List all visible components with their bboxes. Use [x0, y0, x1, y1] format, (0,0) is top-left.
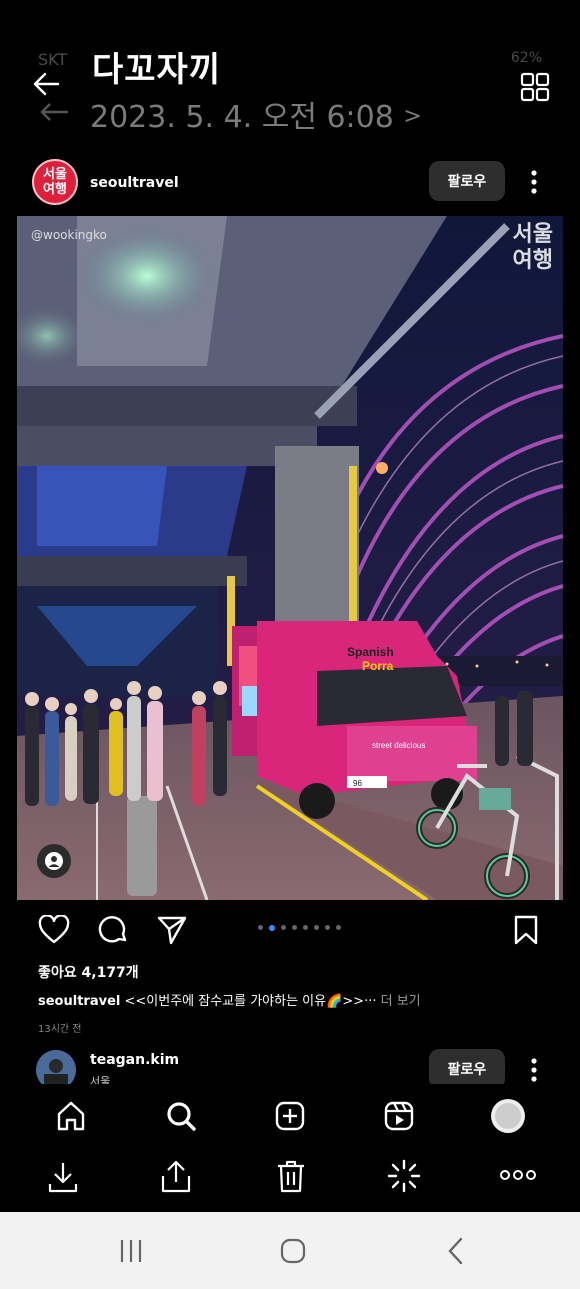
tab-reels[interactable]	[380, 1098, 418, 1134]
chevron-right-icon: >	[403, 104, 422, 129]
back-chevron-icon	[448, 1237, 463, 1265]
download-icon	[48, 1163, 78, 1193]
truck-plate-text: 96	[353, 779, 362, 788]
truck-brand2-text: Porra	[362, 659, 394, 673]
delete-button[interactable]	[272, 1156, 310, 1196]
tagged-users-button[interactable]	[37, 844, 71, 878]
like-button[interactable]	[36, 912, 72, 948]
seoultravel-avatar[interactable]: 서울 여행	[32, 159, 78, 205]
tab-search[interactable]	[162, 1098, 200, 1134]
home-nav-button[interactable]	[274, 1234, 312, 1268]
bookmark-icon	[514, 915, 538, 945]
carousel-dot	[314, 925, 319, 930]
ghost-back-icon	[38, 100, 70, 124]
post-time: 13시간 전	[38, 1024, 82, 1035]
caption-text: <<이번주에 잠수교를 가야하는 이유🌈>>···	[124, 994, 377, 1009]
post-photo[interactable]: Spanish Porra street delicious 96 @wooki…	[17, 216, 563, 900]
carousel-dot	[325, 925, 330, 930]
heart-icon	[38, 915, 70, 944]
tab-create[interactable]	[271, 1098, 309, 1134]
post-caption[interactable]: seoultravel <<이번주에 잠수교를 가야하는 이유🌈>>··· 더 …	[38, 990, 421, 1009]
truck-slogan-text: street delicious	[372, 741, 425, 750]
arrow-left-icon	[33, 72, 60, 96]
carousel-dot	[292, 925, 297, 930]
photo-watermark: 서울 여행	[512, 222, 553, 273]
carousel-dot	[258, 925, 263, 930]
sparkle-edit-icon	[387, 1159, 421, 1193]
avatar-text: 서울 여행	[43, 167, 67, 197]
trash-icon	[278, 1160, 304, 1193]
more-options-icon[interactable]	[524, 167, 544, 197]
home-nav-icon	[280, 1238, 306, 1264]
more-horizontal-icon	[500, 1170, 536, 1180]
carousel-dot	[281, 925, 286, 930]
comment-icon	[98, 916, 127, 943]
add-post-icon	[275, 1101, 305, 1131]
follow-button-2[interactable]: 팔로우	[429, 1049, 505, 1089]
tab-home[interactable]	[52, 1098, 90, 1134]
edit-button[interactable]	[384, 1156, 424, 1196]
search-icon	[167, 1102, 196, 1131]
save-button[interactable]	[508, 912, 544, 948]
comment-button[interactable]	[96, 912, 132, 948]
carousel-dot	[336, 925, 341, 930]
send-icon	[157, 916, 187, 945]
photo-datetime[interactable]: 2023. 5. 4. 오전 6:08 >	[90, 92, 422, 136]
profile-avatar-icon	[491, 1099, 525, 1133]
system-nav-bar	[0, 1212, 580, 1289]
share-icon	[161, 1160, 191, 1193]
back-button[interactable]	[28, 66, 64, 102]
carousel-dot-active	[269, 925, 275, 931]
like-count[interactable]: 좋아요 4,177개	[38, 962, 139, 982]
more-options-icon-2[interactable]	[524, 1055, 544, 1085]
carousel-dot	[303, 925, 308, 930]
next-post-username[interactable]: teagan.kim	[90, 1052, 179, 1068]
carousel-indicator	[258, 925, 341, 931]
recents-button[interactable]	[112, 1234, 150, 1268]
datetime-text: 2023. 5. 4. 오전 6:08	[90, 100, 394, 135]
home-icon	[57, 1101, 85, 1131]
caption-username[interactable]: seoultravel	[38, 994, 120, 1009]
caption-more-link[interactable]: 더 보기	[381, 994, 421, 1009]
grid-icon	[520, 72, 550, 102]
instagram-tab-bar	[0, 1084, 580, 1150]
share-button[interactable]	[154, 912, 190, 948]
post-username[interactable]: seoultravel	[90, 175, 179, 191]
person-icon	[45, 852, 63, 870]
share-photo-button[interactable]	[157, 1156, 195, 1196]
photo-credit: @wookingko	[31, 228, 107, 242]
truck-brand-text: Spanish	[347, 645, 394, 659]
night-bridge-scene: Spanish Porra street delicious 96	[17, 216, 563, 900]
album-title: 다꼬자끼	[92, 50, 222, 90]
back-nav-button[interactable]	[437, 1234, 475, 1268]
grid-view-button[interactable]	[518, 70, 552, 104]
download-button[interactable]	[44, 1158, 82, 1196]
recents-icon	[120, 1240, 142, 1262]
more-button[interactable]	[496, 1160, 540, 1190]
tab-profile[interactable]	[489, 1097, 527, 1135]
follow-button[interactable]: 팔로우	[429, 161, 505, 201]
reels-icon	[384, 1101, 414, 1131]
gallery-action-bar	[0, 1150, 580, 1212]
status-battery: 62%	[510, 50, 542, 66]
